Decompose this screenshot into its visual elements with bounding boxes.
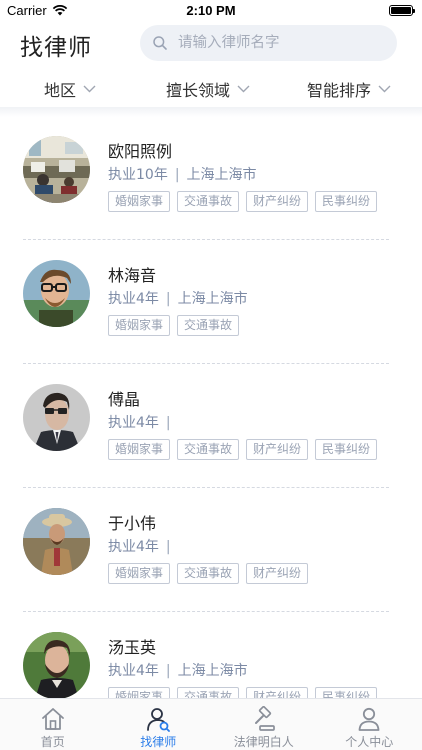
lawyer-name: 汤玉英 <box>108 638 157 657</box>
status-bar: Carrier 2:10 PM <box>0 0 422 22</box>
specialty-tag: 交通事故 <box>177 315 240 336</box>
specialty-tag: 婚姻家事 <box>108 563 171 584</box>
page-title: 找律师 <box>20 35 92 61</box>
clock: 2:10 PM <box>186 3 236 18</box>
filter-sort-label: 智能排序 <box>307 81 372 100</box>
lawyer-meta: 执业4年 | 上海上海市 <box>108 660 248 680</box>
lawyer-tags: 婚姻家事 交通事故 财产纠纷 民事纠纷 <box>108 439 384 460</box>
lawyer-name: 傅晶 <box>108 390 141 409</box>
lawyer-experience: 执业4年 <box>108 663 159 679</box>
lawyer-experience: 执业4年 <box>108 291 159 307</box>
tab-bar: 首页 找律师 法律明白人 个人中心 <box>0 698 422 750</box>
search-icon <box>153 36 167 50</box>
lawyer-meta: 执业4年 | <box>108 536 178 556</box>
lawyer-tags: 婚姻家事 交通事故 财产纠纷 <box>108 563 315 584</box>
lawyer-tags: 婚姻家事 交通事故 <box>108 315 246 336</box>
lawyer-location: 上海上海市 <box>177 663 248 679</box>
tab-profile[interactable]: 个人中心 <box>317 699 422 750</box>
lawyer-experience: 执业10年 <box>108 167 168 183</box>
specialty-tag: 财产纠纷 <box>246 439 309 460</box>
specialty-tag: 交通事故 <box>177 439 240 460</box>
avatar <box>23 384 90 451</box>
tab-home[interactable]: 首页 <box>0 699 106 750</box>
avatar <box>23 508 90 575</box>
person-icon <box>358 707 380 731</box>
filter-sort[interactable]: 智能排序 <box>307 72 391 106</box>
search-input[interactable] <box>178 25 388 61</box>
avatar <box>23 136 90 203</box>
gavel-icon <box>254 706 275 731</box>
lawyer-name: 欧阳照例 <box>108 142 173 161</box>
filter-bar: 地区 擅长领域 智能排序 <box>0 72 422 106</box>
lawyer-name: 于小伟 <box>108 514 157 533</box>
lawyer-experience: 执业4年 <box>108 415 159 431</box>
lawyer-meta: 执业4年 | <box>108 412 178 432</box>
specialty-tag: 民事纠纷 <box>315 191 378 212</box>
lawyer-experience: 执业4年 <box>108 539 159 555</box>
avatar <box>23 632 90 699</box>
tab-find-lawyer-label: 找律师 <box>140 735 177 749</box>
lawyer-meta: 执业10年 | 上海上海市 <box>108 164 257 184</box>
battery-icon <box>389 5 415 16</box>
tab-legal-guide-label: 法律明白人 <box>233 735 294 749</box>
lawyer-location: 上海上海市 <box>177 291 248 307</box>
chevron-down-icon <box>83 85 96 93</box>
specialty-tag: 民事纠纷 <box>315 439 378 460</box>
filter-specialty[interactable]: 擅长领域 <box>166 72 250 106</box>
lawyer-tags: 婚姻家事 交通事故 财产纠纷 民事纠纷 <box>108 191 384 212</box>
lawyer-card[interactable]: 于小伟 执业4年 | 婚姻家事 交通事故 财产纠纷 <box>0 488 422 612</box>
meta-separator: | <box>174 167 180 183</box>
lawyer-name: 林海音 <box>108 266 157 285</box>
tab-profile-label: 个人中心 <box>345 735 394 749</box>
avatar <box>23 260 90 327</box>
lawyer-meta: 执业4年 | 上海上海市 <box>108 288 248 308</box>
search-box[interactable] <box>140 25 397 61</box>
specialty-tag: 交通事故 <box>177 191 240 212</box>
filter-region[interactable]: 地区 <box>44 72 96 106</box>
specialty-tag: 婚姻家事 <box>108 315 171 336</box>
lawyer-location: 上海上海市 <box>186 167 257 183</box>
chevron-down-icon <box>378 85 391 93</box>
find-lawyer-icon <box>147 708 171 732</box>
specialty-tag: 婚姻家事 <box>108 191 171 212</box>
tab-find-lawyer[interactable]: 找律师 <box>106 699 212 750</box>
specialty-tag: 财产纠纷 <box>246 563 309 584</box>
tab-legal-guide[interactable]: 法律明白人 <box>211 699 317 750</box>
specialty-tag: 婚姻家事 <box>108 439 171 460</box>
meta-separator: | <box>165 291 171 307</box>
meta-separator: | <box>165 415 171 431</box>
specialty-tag: 财产纠纷 <box>246 191 309 212</box>
specialty-tag: 交通事故 <box>177 563 240 584</box>
chevron-down-icon <box>237 85 250 93</box>
lawyer-card[interactable]: 欧阳照例 执业10年 | 上海上海市 婚姻家事 交通事故 财产纠纷 民事纠纷 <box>0 116 422 240</box>
meta-separator: | <box>165 539 171 555</box>
lawyer-card[interactable]: 林海音 执业4年 | 上海上海市 婚姻家事 交通事故 <box>0 240 422 364</box>
meta-separator: | <box>165 663 171 679</box>
filter-region-label: 地区 <box>44 81 77 100</box>
filter-specialty-label: 擅长领域 <box>166 81 231 100</box>
tab-home-label: 首页 <box>40 735 65 749</box>
lawyer-card[interactable]: 傅晶 执业4年 | 婚姻家事 交通事故 财产纠纷 民事纠纷 <box>0 364 422 488</box>
home-icon <box>41 708 64 730</box>
